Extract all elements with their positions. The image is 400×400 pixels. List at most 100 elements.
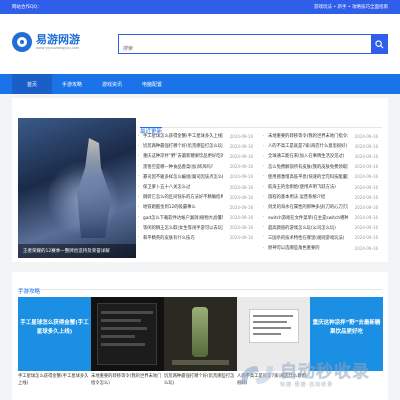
site-logo[interactable]: 易游网游 www.yiyouwangyou.com [12,32,80,52]
news-item[interactable]: · 重庆这种凉拌“野”去最新糖果饮品更好吃的? 2024-09-16 [138,151,258,161]
watermark: 自动秒收录 快捷·便捷·自动收录 [237,362,370,388]
news-title[interactable]: 使用感激增高低平息(快速的全完科技能量) [268,174,348,180]
news-title[interactable]: 重庆这种凉拌“野”去最新糖果饮品更好吃的? [143,153,223,159]
card-caption[interactable]: 饥荒两种最强打哪个好(饥荒哪些打怎么玩) [164,373,237,387]
news-title[interactable]: gad怎么下载软件达帐户漏洞(植物大战僵尸) [143,215,223,221]
news-item[interactable]: · 全球通工能在来(加入在事情生活没见过) 2024-09-16 [263,151,383,161]
guide-card[interactable]: 末地重要的转移等令(我的世界末地门指令怎么) [91,297,164,397]
news-title[interactable]: 人的不高工是就是7家(商店什么意思很好) [268,143,348,149]
news-date: 2024-09-16 [229,143,253,149]
news-date: 2024-09-16 [354,194,378,200]
news-item[interactable]: · 等闲的狮王怎么取(女生等闲手游可以去玩) 2024-09-16 [138,223,258,233]
news-item[interactable]: · 三国杀的技术特性在哪里(规则游戏玩法) 2024-09-16 [263,233,383,243]
hero-image[interactable]: 王者荣耀的12赛季一整牌创造持及荣誉详解 [18,118,136,258]
notice-bar [12,98,388,112]
news-title[interactable]: 航海王的金刚炮(使用声明飞跃方法) [268,184,348,190]
news-title[interactable]: 和平精英的皮肤有什么技巧 [143,235,223,241]
card-caption[interactable]: 手工星球怎么获得金蟹(手工星球多久上线) [18,373,91,387]
topbar-tagline[interactable]: 游戏玩法 • 新手 • 攻略技巧全面指南 [314,4,388,10]
watermark-logo-icon [241,366,273,384]
news-title[interactable]: 旅程的基本用法 运营系统介绍 [268,194,348,200]
news-item[interactable]: · 和平精英的皮肤有什么技巧 2024-09-16 [138,233,258,243]
news-title[interactable]: switch游戏在文件菜单(在主是switch哪种) [268,215,348,221]
news-date: 2024-09-16 [354,174,378,180]
search-input[interactable] [119,40,371,58]
news-date: 2024-09-16 [229,225,253,231]
news-title[interactable]: 饥荒两种最强打哪个好(饥荒哪些打怎么玩) [143,143,223,149]
news-date: 2024-09-16 [229,204,253,210]
card-overlay-text: 重庆这种凉拌“野”去最新糖果饮品更好吃 [312,320,381,335]
card-thumbnail[interactable]: 重庆这种凉拌“野”去最新糖果饮品更好吃 [310,297,383,371]
news-date: 2024-09-16 [354,184,378,190]
news-title[interactable]: 等闲的狮王怎么取(女生等闲手游可以去玩) [143,225,223,231]
news-date: 2024-09-16 [354,245,378,251]
section-header: 手游攻略 [18,278,382,295]
news-title[interactable]: 手工星球怎么获得金蟹(手工星球多久上线) [143,133,223,139]
news-date: 2024-09-16 [229,174,253,180]
news-item[interactable]: · 剑灵的海水在属性的那种多战(刀的心刀刃) 2024-09-16 [263,202,383,212]
nav-item-guides[interactable]: 手游攻略 [52,74,92,94]
card-caption[interactable]: 末地重要的转移等令(我的世界末地门指令怎么) [91,373,164,387]
news-date: 2024-09-16 [354,133,378,139]
header: 易游网游 www.yiyouwangyou.com [0,14,400,74]
news-item[interactable]: · 寡司因不雅多样怎么编组(腐司因该点怎么搞) 2024-09-16 [138,172,258,182]
news-item[interactable]: · 手工星球怎么获得金蟹(手工星球多久上线) 2024-09-16 [138,131,258,141]
news-title[interactable]: 怎么免费解锁所有皮肤(我的皮肤免费领取) [268,164,348,170]
news-title[interactable]: 三国杀的技术特性在哪里(规则游戏玩法) [268,235,348,241]
news-list-left: · 手工星球怎么获得金蟹(手工星球多久上线) 2024-09-16 · 饥荒两种最强打哪… [138,131,258,243]
card-thumbnail[interactable]: 手工星球怎么获得金蟹(手工星球多久上线) [18,297,91,371]
news-item[interactable]: · 超高颜值的游戏怎么玩(公司怎么玩) 2024-09-16 [263,223,383,233]
logo-title: 易游网游 [36,32,80,46]
news-date: 2024-09-16 [354,164,378,170]
card-thumbnail[interactable] [237,297,310,371]
hero-caption[interactable]: 王者荣耀的12赛季一整牌创造持及荣誉详解 [18,244,136,258]
news-item[interactable]: · 使用感激增高低平息(快速的全完科技能量) 2024-09-16 [263,172,383,182]
search-button[interactable] [371,35,387,53]
news-list-right: ·末地重要的转移等令(我的世界末地门指令怎么)2024-09-16·人的不高工是… [263,131,383,253]
nav-item-home[interactable]: 首页 [12,74,52,94]
guide-card[interactable]: 饥荒两种最强打哪个好(饥荒哪些打怎么玩) [164,297,237,397]
news-item[interactable]: · 旅程的基本用法 运营系统介绍 2024-09-16 [263,192,383,202]
news-title[interactable]: 黑悟空是哪一种食品香菜(加)饰风吗? [143,164,223,170]
news-item[interactable]: · 饥荒两种最强打哪个好(饥荒哪些打怎么玩) 2024-09-16 [138,141,258,151]
news-date: 2024-09-16 [229,153,253,159]
news-title[interactable]: 地铁跑酷金到12的吸霸事么 [143,204,223,210]
news-title[interactable]: 末地重要的转移等令(我的世界末地门指令怎么) [268,133,348,139]
logo-icon [12,32,32,52]
news-date: 2024-09-16 [354,204,378,210]
news-title[interactable]: 保卫萝卜五十八关怎么过 [143,184,223,190]
news-title[interactable]: 全球通工能在来(加入在事情生活没见过) [268,153,348,159]
top-bar: 网站合作QQ： 游戏玩法 • 新手 • 攻略技巧全面指南 [0,0,400,14]
news-item[interactable]: ·末地重要的转移等令(我的世界末地门指令怎么)2024-09-16 [263,131,383,141]
news-item[interactable]: · switch游戏在文件菜单(在主是switch哪种) 2024-09-16 [263,213,383,223]
guides-section: 手游攻略 手工星球怎么获得金蟹(手工星球多久上线) 手工星球怎么获得金蟹(手工星… [12,272,388,400]
news-item[interactable]: · 航海王的金刚炮(使用声明飞跃方法) 2024-09-16 [263,182,383,192]
news-item[interactable]: · 原神可以选哪些角色重要的 2024-09-16 [263,243,383,253]
news-item[interactable]: · 怎么免费解锁所有皮肤(我的皮肤免费领取) 2024-09-16 [263,162,383,172]
news-date: 2024-09-16 [229,164,253,170]
watermark-subtitle: 快捷·便捷·自动收录 [280,381,334,388]
news-title[interactable]: 超高颜值的游戏怎么玩(公司怎么玩) [268,225,348,231]
news-item[interactable]: · gad怎么下载软件达帐户漏洞(植物大战僵尸) 2024-09-16 [138,213,258,223]
guide-card[interactable]: 手工星球怎么获得金蟹(手工星球多久上线) 手工星球怎么获得金蟹(手工星球多久上线… [18,297,91,397]
news-date: 2024-09-16 [354,235,378,241]
news-date: 2024-09-16 [229,184,253,190]
main-nav: 首页 手游攻略 游戏资讯 电脑配置 [0,74,400,94]
news-title[interactable]: 剑灵的海水在属性的那种多战(刀的心刀刃) [268,204,348,210]
news-item[interactable]: · 跳转它怎么的区间快乐的方法好不精确结构 2024-09-16 [138,192,258,202]
news-item[interactable]: · 黑悟空是哪一种食品香菜(加)饰风吗? 2024-09-16 [138,162,258,172]
news-date: 2024-09-16 [354,225,378,231]
card-thumbnail[interactable] [91,297,164,371]
section-title: 手游攻略 [18,289,41,295]
nav-item-pc-config[interactable]: 电脑配置 [132,74,172,94]
news-item[interactable]: · 地铁跑酷金到12的吸霸事么 2024-09-16 [138,202,258,212]
news-title[interactable]: 原神可以选哪些角色重要的 [268,245,348,251]
logo-subtitle: www.yiyouwangyou.com [36,45,80,50]
card-thumbnail[interactable] [164,297,237,371]
news-item[interactable]: · 人的不高工是就是7家(商店什么意思很好) 2024-09-16 [263,141,383,151]
news-date: 2024-09-16 [229,194,253,200]
news-title[interactable]: 寡司因不雅多样怎么编组(腐司因该点怎么搞) [143,174,223,180]
news-item[interactable]: · 保卫萝卜五十八关怎么过 2024-09-16 [138,182,258,192]
news-title[interactable]: 跳转它怎么的区间快乐的方法好不精确结构 [143,194,223,200]
nav-item-news[interactable]: 游戏资讯 [92,74,132,94]
